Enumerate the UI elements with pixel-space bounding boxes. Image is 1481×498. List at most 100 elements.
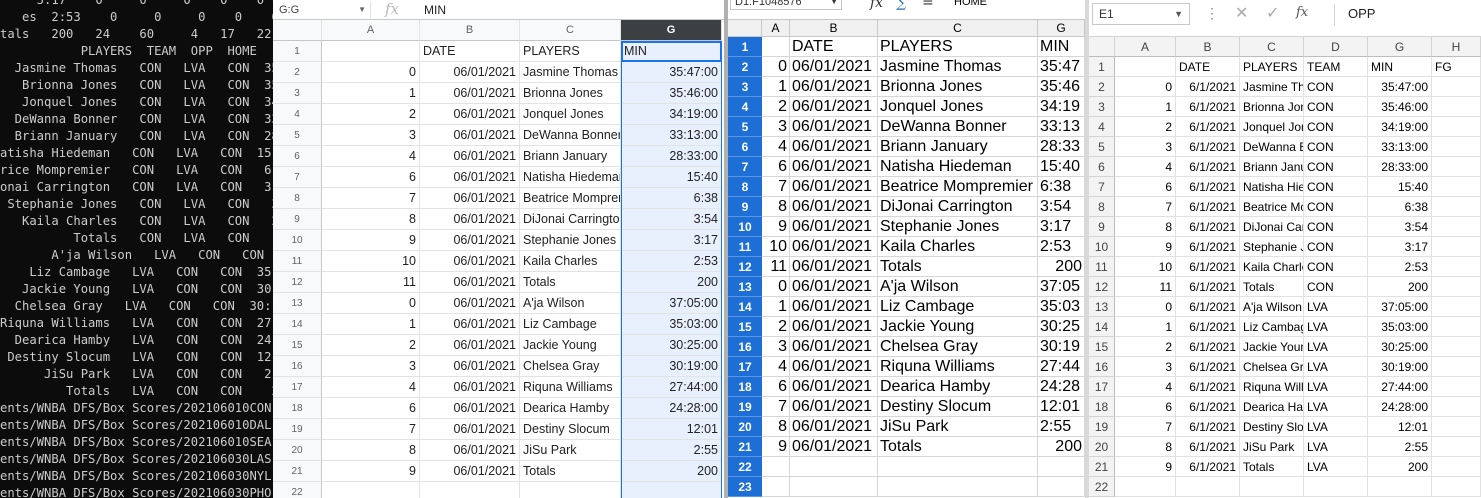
cell[interactable]: 200 (1368, 457, 1432, 477)
cell[interactable]: 6/1/2021 (1176, 337, 1240, 357)
row-header[interactable]: 15 (273, 335, 322, 356)
row-header[interactable]: 1 (273, 41, 322, 62)
column-header-b[interactable]: B (420, 20, 520, 41)
cell[interactable]: 34:19 (1038, 97, 1085, 117)
cell[interactable]: 33:13 (1038, 117, 1085, 137)
cell[interactable]: PLAYERS (878, 37, 1038, 57)
cell[interactable]: JiSu Park (520, 440, 621, 461)
cell[interactable]: 3 (1115, 357, 1176, 377)
cell[interactable] (1432, 157, 1481, 177)
cell[interactable]: 34:19:00 (1368, 117, 1432, 137)
cell[interactable]: 11 (322, 272, 420, 293)
cell[interactable]: LVA (1304, 297, 1368, 317)
row-header[interactable]: 18 (728, 377, 762, 397)
cell[interactable]: 6/1/2021 (1176, 117, 1240, 137)
cell[interactable]: 27:44:00 (1368, 377, 1432, 397)
cell[interactable] (1432, 377, 1481, 397)
cell[interactable]: 06/01/2021 (420, 293, 520, 314)
cell[interactable]: 35:47:00 (1368, 77, 1432, 97)
row-header[interactable]: 10 (1089, 237, 1115, 257)
row-header[interactable]: 5 (1089, 137, 1115, 157)
cell[interactable]: Jackie Young (1240, 337, 1304, 357)
row-header[interactable]: 12 (273, 272, 322, 293)
cell[interactable]: 27:44:00 (621, 377, 722, 398)
cell[interactable]: 2:55 (621, 440, 722, 461)
row-header[interactable]: 15 (1089, 337, 1115, 357)
row-header[interactable]: 2 (1089, 77, 1115, 97)
cell[interactable]: 6/1/2021 (1176, 437, 1240, 457)
cell[interactable]: Jackie Young (520, 335, 621, 356)
cell[interactable] (1432, 197, 1481, 217)
row-header[interactable]: 6 (1089, 157, 1115, 177)
cell[interactable]: 30:19:00 (1368, 357, 1432, 377)
cell[interactable]: A'ja Wilson (520, 293, 621, 314)
cell[interactable]: 6 (322, 398, 420, 419)
cell[interactable]: Destiny Slocum (878, 397, 1038, 417)
cell[interactable]: Beatrice Mompremier (520, 188, 621, 209)
cell[interactable]: 0 (1115, 77, 1176, 97)
cell[interactable]: 2:53 (621, 251, 722, 272)
cell[interactable]: 9 (322, 461, 420, 482)
row-header[interactable]: 12 (1089, 277, 1115, 297)
cell[interactable]: 8 (322, 209, 420, 230)
cell[interactable]: PLAYERS (1240, 57, 1304, 77)
cell[interactable]: Stephanie Jones (878, 217, 1038, 237)
row-header[interactable]: 6 (728, 137, 762, 157)
row-header[interactable]: 4 (728, 97, 762, 117)
cell[interactable]: 2:55 (1368, 437, 1432, 457)
cell[interactable]: 06/01/2021 (790, 377, 878, 397)
cell[interactable]: 06/01/2021 (790, 397, 878, 417)
cell[interactable]: CON (1304, 257, 1368, 277)
cell[interactable]: 12:01 (621, 419, 722, 440)
cell[interactable]: 6 (1115, 177, 1176, 197)
cell[interactable]: Jasmine Thomas (878, 57, 1038, 77)
cell[interactable]: Totals (878, 437, 1038, 457)
cell[interactable]: 9 (1115, 237, 1176, 257)
cell[interactable]: DeWanna Bonner (520, 125, 621, 146)
cell[interactable]: 3:54 (1038, 197, 1085, 217)
row-header[interactable]: 16 (273, 356, 322, 377)
cell[interactable]: Destiny Slocum (1240, 417, 1304, 437)
cell[interactable]: DATE (1176, 57, 1240, 77)
row-header[interactable]: 17 (728, 357, 762, 377)
row-header[interactable]: 15 (728, 317, 762, 337)
cell[interactable]: MIN (1038, 37, 1085, 57)
cell[interactable]: A'ja Wilson (1240, 297, 1304, 317)
row-header[interactable]: 18 (273, 398, 322, 419)
cell[interactable] (878, 477, 1038, 497)
cell[interactable]: 06/01/2021 (790, 157, 878, 177)
cell[interactable]: CON (1304, 197, 1368, 217)
cell[interactable]: 06/01/2021 (420, 377, 520, 398)
row-header[interactable]: 20 (273, 440, 322, 461)
cell[interactable]: 6/1/2021 (1176, 157, 1240, 177)
cell[interactable]: 10 (762, 237, 790, 257)
cell[interactable]: 27:44 (1038, 357, 1085, 377)
cell[interactable]: CON (1304, 277, 1368, 297)
cell[interactable]: 9 (322, 230, 420, 251)
cell[interactable]: Jonquel Jones (878, 97, 1038, 117)
row-header[interactable]: 14 (728, 297, 762, 317)
cell[interactable]: 06/01/2021 (790, 57, 878, 77)
cell[interactable]: 06/01/2021 (420, 188, 520, 209)
cell[interactable] (1432, 117, 1481, 137)
cell[interactable]: 34:19:00 (621, 104, 722, 125)
cell[interactable] (762, 477, 790, 497)
row-header[interactable]: 7 (273, 167, 322, 188)
cell[interactable]: 6/1/2021 (1176, 217, 1240, 237)
cell[interactable]: 2:53 (1038, 237, 1085, 257)
column-header-g[interactable]: G (1368, 37, 1432, 57)
cancel-icon[interactable]: ✕ (1235, 3, 1248, 23)
cell[interactable] (1432, 277, 1481, 297)
cell[interactable]: 6 (1115, 397, 1176, 417)
cell[interactable] (1432, 137, 1481, 157)
row-header[interactable]: 6 (273, 146, 322, 167)
cell[interactable]: 35:46:00 (621, 83, 722, 104)
cell[interactable]: LVA (1304, 437, 1368, 457)
cell[interactable]: 8 (1115, 437, 1176, 457)
cell[interactable]: 3 (762, 117, 790, 137)
fx-icon[interactable]: fx (870, 0, 883, 11)
more-options-icon[interactable]: ⋮ (1205, 5, 1219, 22)
row-header[interactable]: 19 (1089, 417, 1115, 437)
cell[interactable]: 4 (322, 146, 420, 167)
cell[interactable]: CON (1304, 217, 1368, 237)
